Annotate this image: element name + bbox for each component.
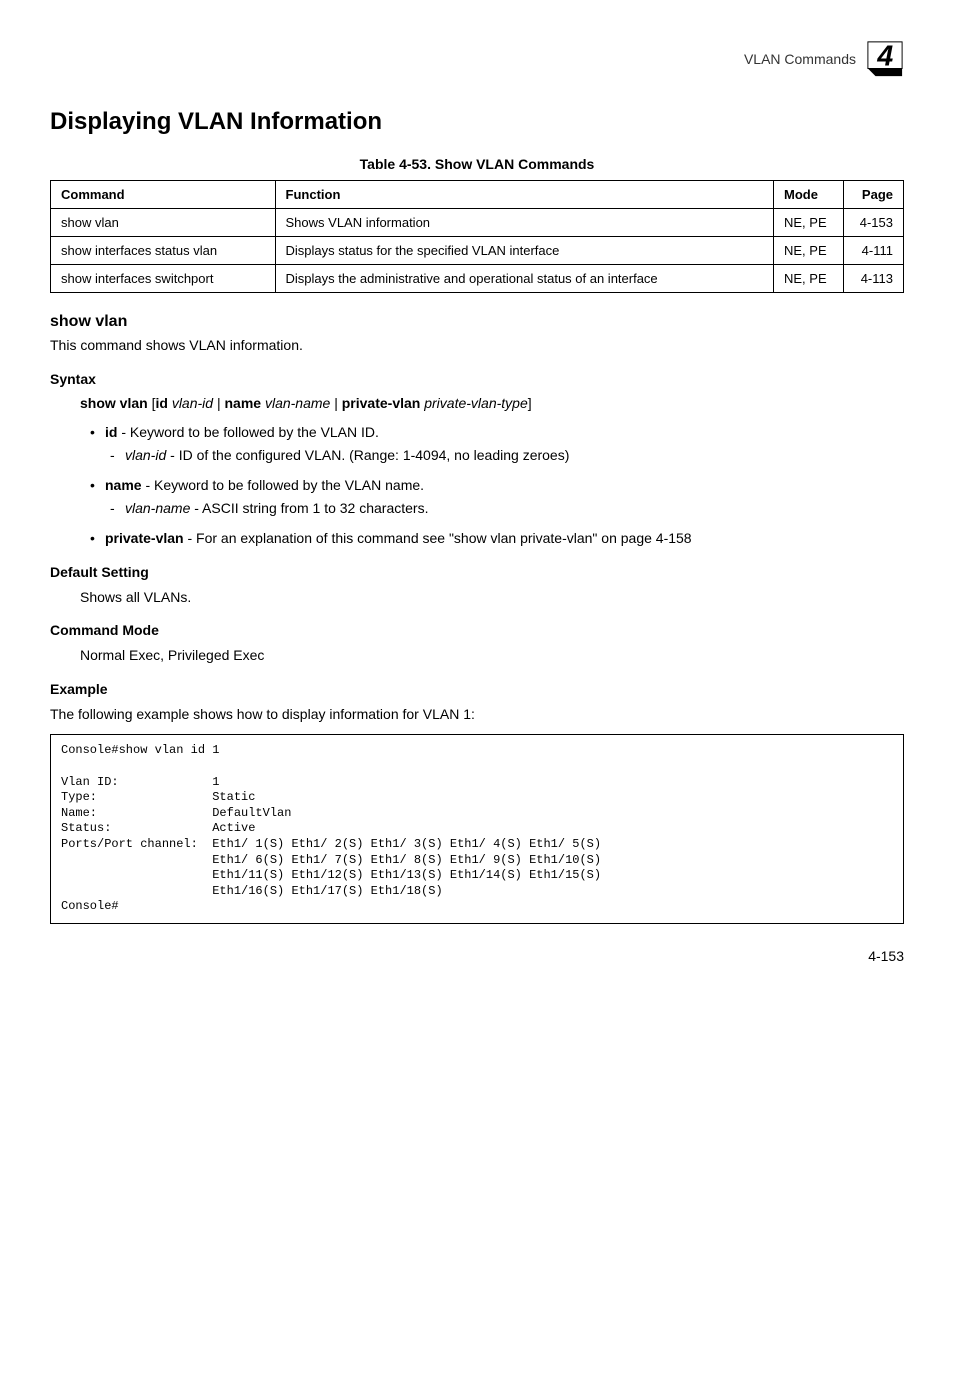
list-item: vlan-name - ASCII string from 1 to 32 ch… <box>125 499 904 519</box>
cell-func: Shows VLAN information <box>275 209 773 237</box>
table-caption: Table 4-53. Show VLAN Commands <box>50 156 904 172</box>
syntax-line: show vlan [id vlan-id | name vlan-name |… <box>80 395 904 411</box>
list-item: name - Keyword to be followed by the VLA… <box>105 476 904 519</box>
cell-mode: NE, PE <box>774 237 844 265</box>
cell-page: 4-153 <box>844 209 904 237</box>
table-row: show interfaces switchport Displays the … <box>51 265 904 293</box>
cell-func: Displays status for the specified VLAN i… <box>275 237 773 265</box>
th-command: Command <box>51 181 276 209</box>
page-title: Displaying VLAN Information <box>50 108 904 136</box>
cell-cmd: show interfaces status vlan <box>51 237 276 265</box>
page-header: VLAN Commands 4 <box>50 40 904 78</box>
cell-mode: NE, PE <box>774 265 844 293</box>
chapter-icon: 4 <box>866 40 904 78</box>
cell-mode: NE, PE <box>774 209 844 237</box>
command-desc: This command shows VLAN information. <box>50 336 904 356</box>
example-heading: Example <box>50 681 904 697</box>
table-row: show interfaces status vlan Displays sta… <box>51 237 904 265</box>
list-item: id - Keyword to be followed by the VLAN … <box>105 423 904 466</box>
command-heading: show vlan <box>50 313 904 331</box>
syntax-list: id - Keyword to be followed by the VLAN … <box>105 423 904 549</box>
commands-table: Command Function Mode Page show vlan Sho… <box>50 180 904 293</box>
list-item: private-vlan - For an explanation of thi… <box>105 529 904 549</box>
cell-page: 4-111 <box>844 237 904 265</box>
cell-page: 4-113 <box>844 265 904 293</box>
syntax-heading: Syntax <box>50 371 904 387</box>
default-setting-heading: Default Setting <box>50 564 904 580</box>
th-page: Page <box>844 181 904 209</box>
cell-cmd: show interfaces switchport <box>51 265 276 293</box>
sub-list: vlan-name - ASCII string from 1 to 32 ch… <box>125 499 904 519</box>
code-block: Console#show vlan id 1 Vlan ID: 1 Type: … <box>50 734 904 924</box>
th-mode: Mode <box>774 181 844 209</box>
header-title: VLAN Commands <box>744 51 856 67</box>
cell-func: Displays the administrative and operatio… <box>275 265 773 293</box>
command-mode-text: Normal Exec, Privileged Exec <box>80 646 904 666</box>
sub-list: vlan-id - ID of the configured VLAN. (Ra… <box>125 446 904 466</box>
command-mode-heading: Command Mode <box>50 622 904 638</box>
svg-text:4: 4 <box>876 41 893 73</box>
cell-cmd: show vlan <box>51 209 276 237</box>
th-function: Function <box>275 181 773 209</box>
table-header-row: Command Function Mode Page <box>51 181 904 209</box>
table-row: show vlan Shows VLAN information NE, PE … <box>51 209 904 237</box>
example-desc: The following example shows how to displ… <box>50 705 904 725</box>
list-item: vlan-id - ID of the configured VLAN. (Ra… <box>125 446 904 466</box>
default-setting-text: Shows all VLANs. <box>80 588 904 608</box>
page-number: 4-153 <box>868 948 904 964</box>
